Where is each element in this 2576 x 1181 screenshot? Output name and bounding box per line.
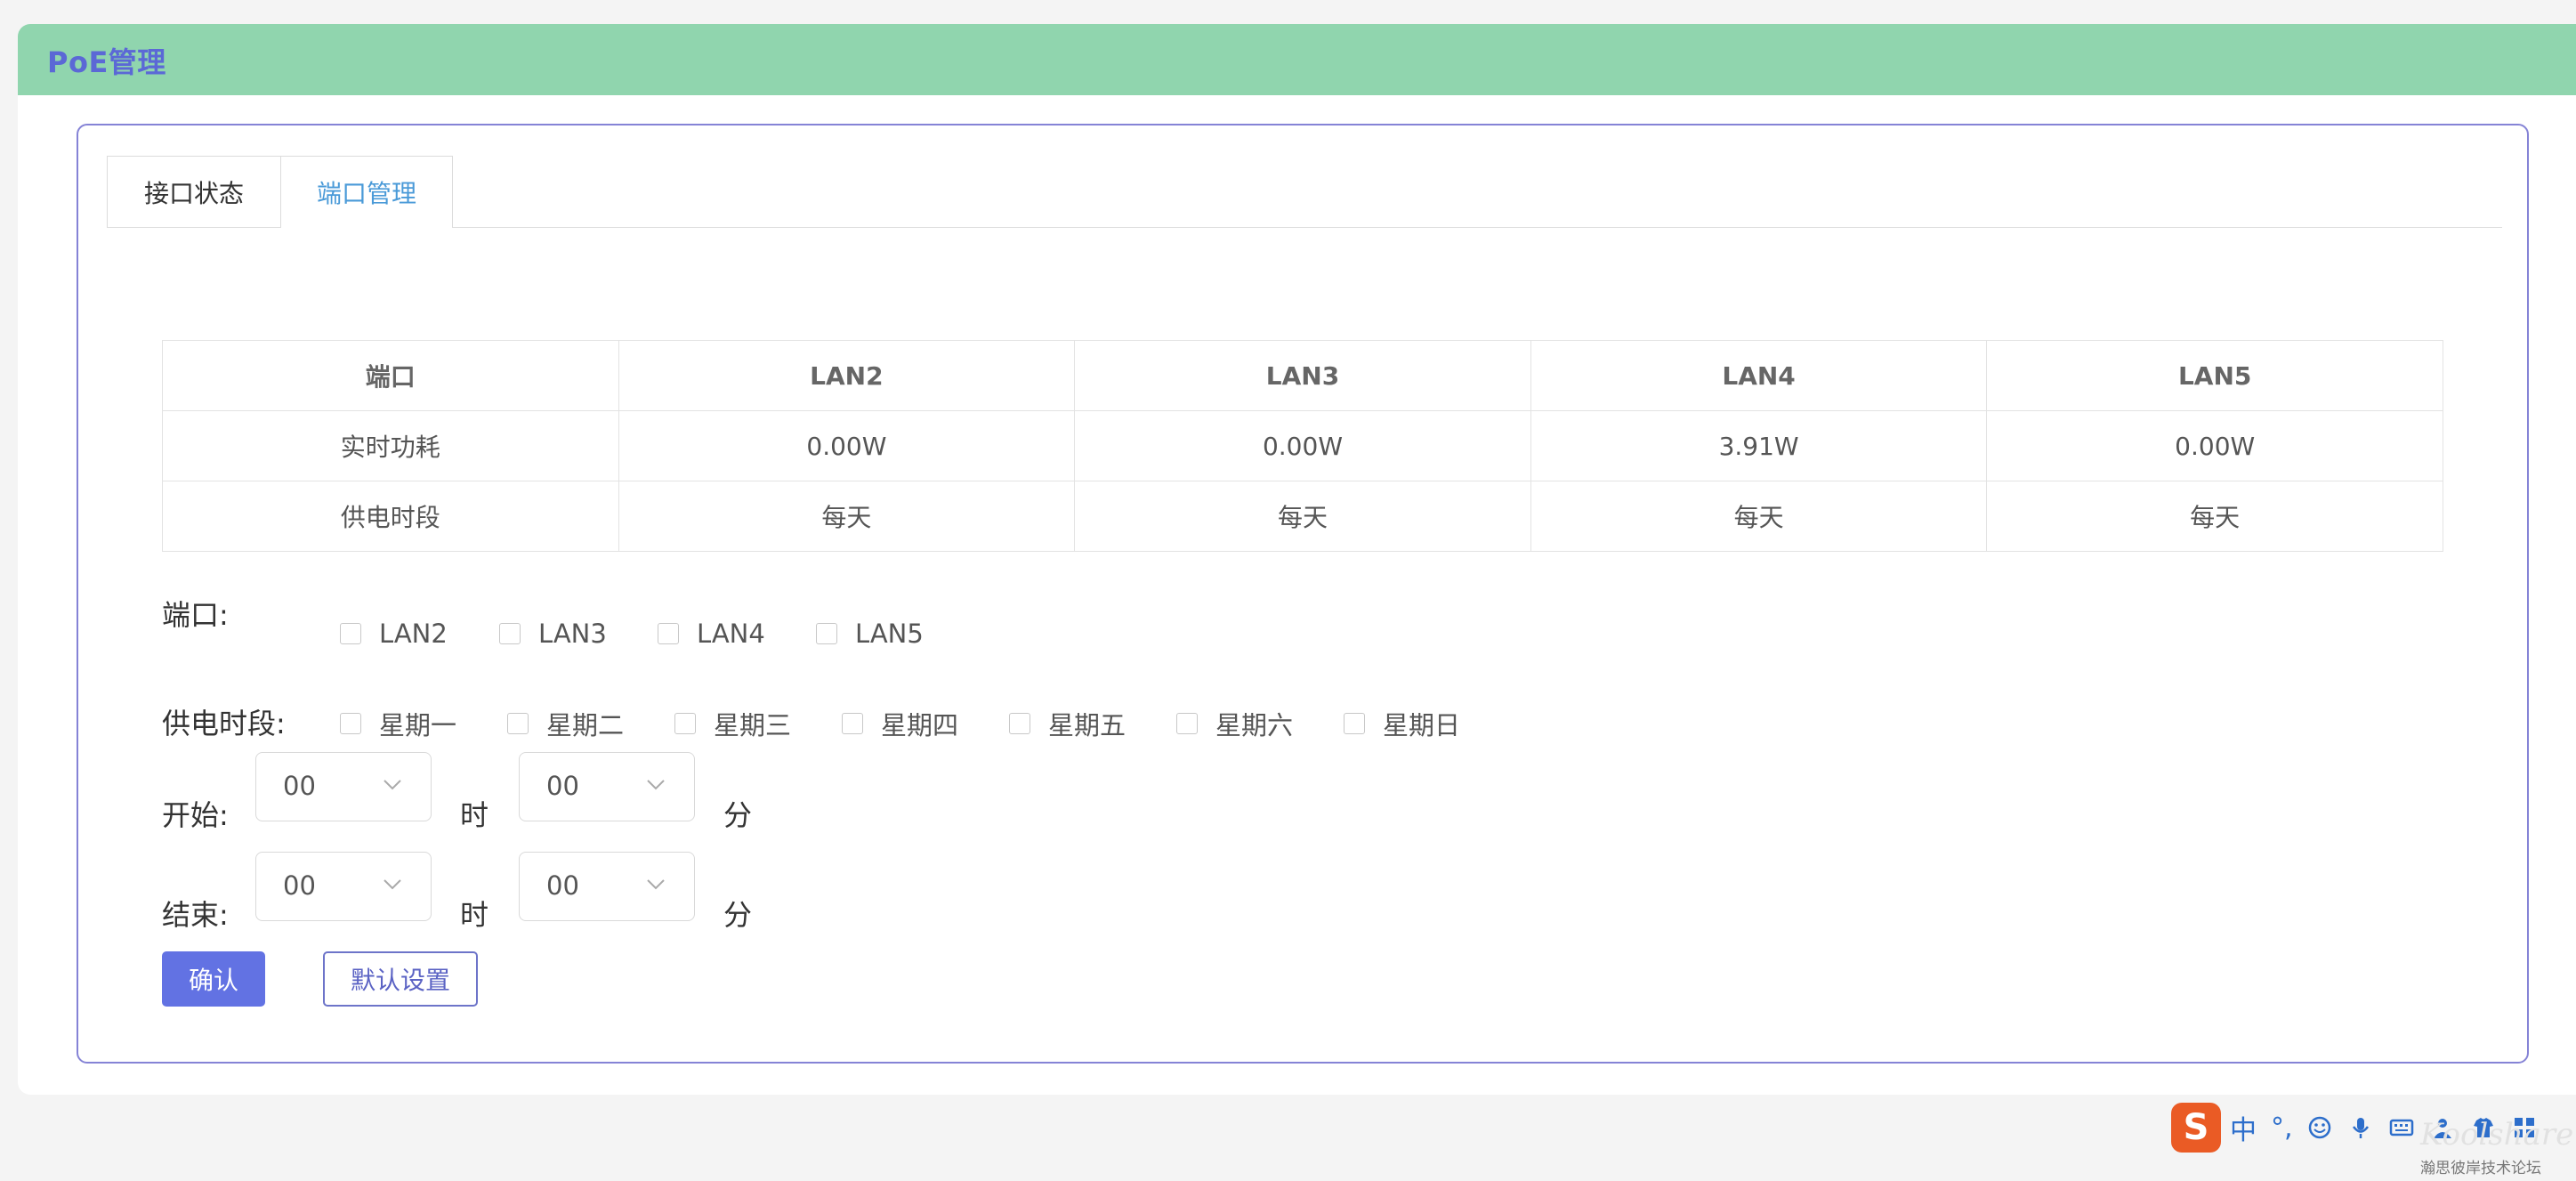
table-cell: 0.00W bbox=[1074, 410, 1531, 481]
watermark-subtitle: 瀚思彼岸技术论坛 bbox=[2420, 1160, 2541, 1177]
poe-status-table: 端口 LAN2 LAN3 LAN4 LAN5 实时功耗 0.00W 0.00W … bbox=[162, 340, 2443, 552]
sogou-logo-icon[interactable]: S bbox=[2171, 1103, 2221, 1153]
day-checkbox-fri[interactable]: 星期五 bbox=[1009, 705, 1126, 742]
header-bar: PoE管理 bbox=[18, 24, 2576, 95]
hour-unit: 时 bbox=[460, 798, 489, 832]
checkbox-label: 星期六 bbox=[1215, 710, 1294, 740]
checkbox-label: 星期五 bbox=[1048, 710, 1126, 740]
select-value: 00 bbox=[546, 870, 579, 901]
ime-mode-toggle[interactable]: 中 bbox=[2230, 1108, 2257, 1147]
port-checkbox-lan5[interactable]: LAN5 bbox=[816, 619, 924, 649]
checkbox-box[interactable] bbox=[1009, 713, 1030, 734]
port-label: 端口: bbox=[162, 598, 229, 632]
minute-unit: 分 bbox=[723, 798, 753, 832]
minute-unit: 分 bbox=[723, 898, 753, 932]
checkbox-label: LAN4 bbox=[697, 619, 765, 649]
checkbox-label: 星期二 bbox=[546, 710, 625, 740]
table-cell: 每天 bbox=[1986, 481, 2443, 552]
checkbox-label: 星期三 bbox=[714, 710, 792, 740]
start-hour-select[interactable]: 00 bbox=[255, 752, 432, 821]
table-cell: 每天 bbox=[1530, 481, 1988, 552]
start-label: 开始: bbox=[162, 798, 229, 832]
hour-unit: 时 bbox=[460, 898, 489, 932]
table-header-cell: LAN4 bbox=[1530, 340, 1988, 411]
checkbox-box[interactable] bbox=[340, 623, 361, 644]
start-minute-select[interactable]: 00 bbox=[519, 752, 695, 821]
chevron-down-icon bbox=[384, 780, 401, 790]
checkbox-label: LAN2 bbox=[379, 619, 448, 649]
port-checkbox-lan3[interactable]: LAN3 bbox=[499, 619, 607, 649]
poe-card: PoE管理 接口状态 端口管理 端口 LAN2 LAN3 LAN4 LAN5 实… bbox=[18, 24, 2576, 1095]
day-checkbox-wed[interactable]: 星期三 bbox=[674, 705, 791, 742]
checkbox-label: LAN3 bbox=[538, 619, 607, 649]
select-value: 00 bbox=[283, 771, 316, 801]
table-cell: 供电时段 bbox=[162, 481, 619, 552]
checkbox-label: 星期四 bbox=[881, 710, 959, 740]
checkbox-box[interactable] bbox=[842, 713, 863, 734]
ime-punctuation-toggle[interactable]: °, bbox=[2271, 1112, 2293, 1144]
checkbox-box[interactable] bbox=[340, 713, 361, 734]
checkbox-label: 星期日 bbox=[1383, 710, 1461, 740]
day-checkbox-mon[interactable]: 星期一 bbox=[340, 705, 456, 742]
table-cell: 3.91W bbox=[1530, 410, 1988, 481]
checkbox-box[interactable] bbox=[674, 713, 696, 734]
keyboard-icon[interactable] bbox=[2389, 1115, 2414, 1140]
microphone-icon[interactable] bbox=[2348, 1115, 2373, 1140]
chevron-down-icon bbox=[647, 879, 665, 890]
schedule-label: 供电时段: bbox=[162, 707, 286, 740]
table-header-row: 端口 LAN2 LAN3 LAN4 LAN5 bbox=[162, 340, 2443, 411]
default-settings-button[interactable]: 默认设置 bbox=[323, 951, 478, 1007]
table-cell: 每天 bbox=[1074, 481, 1531, 552]
checkbox-box[interactable] bbox=[658, 623, 679, 644]
checkbox-box[interactable] bbox=[816, 623, 837, 644]
day-checkbox-thu[interactable]: 星期四 bbox=[842, 705, 958, 742]
end-minute-select[interactable]: 00 bbox=[519, 852, 695, 921]
checkbox-label: 星期一 bbox=[379, 710, 457, 740]
day-checkbox-sat[interactable]: 星期六 bbox=[1176, 705, 1293, 742]
table-cell: 0.00W bbox=[618, 410, 1076, 481]
checkbox-box[interactable] bbox=[507, 713, 529, 734]
tab-interface-status[interactable]: 接口状态 bbox=[107, 156, 281, 227]
table-row: 实时功耗 0.00W 0.00W 3.91W 0.00W bbox=[162, 410, 2443, 481]
tab-bar: 接口状态 端口管理 bbox=[107, 156, 2502, 228]
table-cell: 实时功耗 bbox=[162, 410, 619, 481]
checkbox-box[interactable] bbox=[499, 623, 521, 644]
watermark-logo: Koolshare bbox=[2420, 1117, 2574, 1153]
end-label: 结束: bbox=[162, 898, 229, 932]
day-checkbox-tue[interactable]: 星期二 bbox=[507, 705, 624, 742]
table-cell: 每天 bbox=[618, 481, 1076, 552]
table-cell: 0.00W bbox=[1986, 410, 2443, 481]
tab-port-management[interactable]: 端口管理 bbox=[280, 156, 453, 228]
confirm-button[interactable]: 确认 bbox=[162, 951, 265, 1007]
end-hour-select[interactable]: 00 bbox=[255, 852, 432, 921]
page-title: PoE管理 bbox=[47, 45, 166, 79]
checkbox-box[interactable] bbox=[1344, 713, 1365, 734]
table-header-cell: LAN2 bbox=[618, 340, 1076, 411]
checkbox-label: LAN5 bbox=[855, 619, 924, 649]
port-checkbox-lan4[interactable]: LAN4 bbox=[658, 619, 765, 649]
port-checkbox-lan2[interactable]: LAN2 bbox=[340, 619, 448, 649]
day-checkbox-sun[interactable]: 星期日 bbox=[1344, 705, 1460, 742]
chevron-down-icon bbox=[384, 879, 401, 890]
select-value: 00 bbox=[283, 870, 316, 901]
table-header-cell: 端口 bbox=[162, 340, 619, 411]
table-header-cell: LAN5 bbox=[1986, 340, 2443, 411]
table-row: 供电时段 每天 每天 每天 每天 bbox=[162, 481, 2443, 552]
table-header-cell: LAN3 bbox=[1074, 340, 1531, 411]
emoji-icon[interactable] bbox=[2307, 1115, 2332, 1140]
checkbox-box[interactable] bbox=[1176, 713, 1198, 734]
content-panel: 接口状态 端口管理 bbox=[77, 124, 2529, 1064]
chevron-down-icon bbox=[647, 780, 665, 790]
select-value: 00 bbox=[546, 771, 579, 801]
